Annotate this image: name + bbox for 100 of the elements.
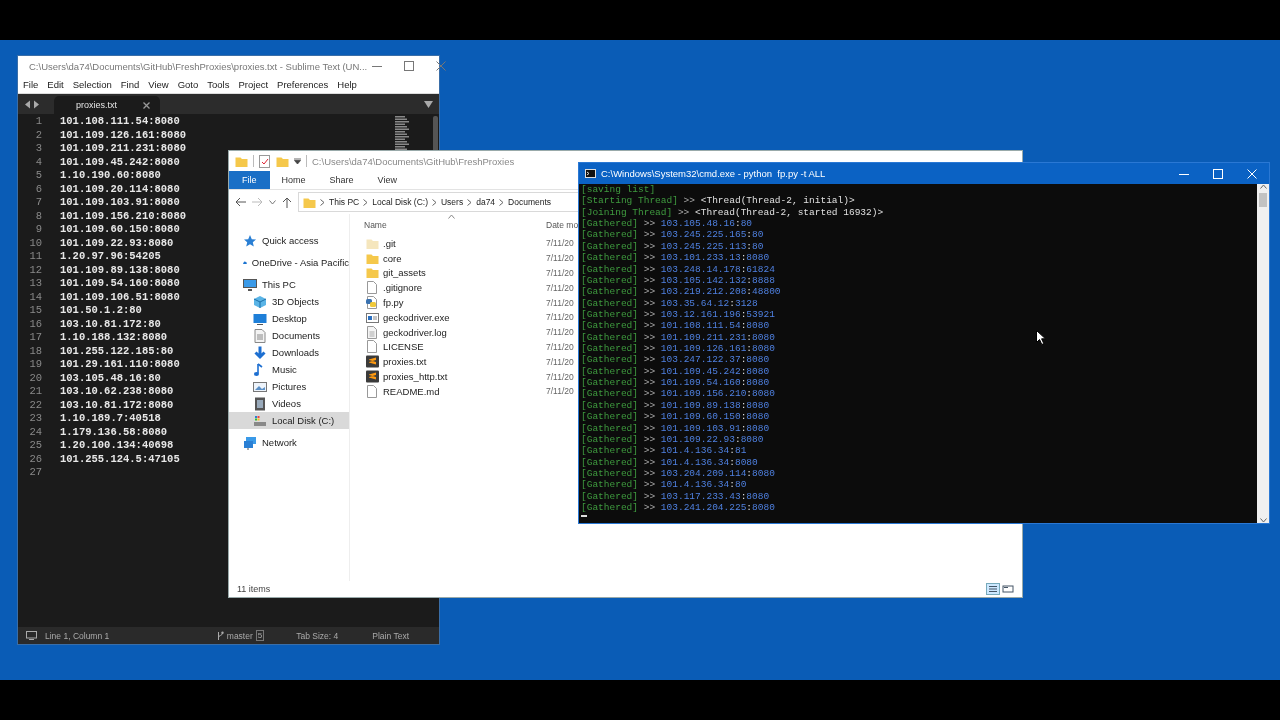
scroll-up-icon[interactable] — [1259, 184, 1267, 189]
nav-item[interactable]: Network — [229, 434, 349, 451]
console-line: [Gathered] >> 101.109.45.242:8080 — [581, 365, 770, 378]
chevron-down-icon[interactable] — [269, 199, 276, 205]
breadcrumb[interactable]: da74 — [476, 197, 496, 207]
nav-item[interactable]: Documents — [229, 327, 349, 344]
line-number: 1 — [34, 115, 42, 129]
menu-item[interactable]: Edit — [47, 79, 64, 90]
breadcrumb[interactable]: Documents — [508, 197, 552, 207]
menu-item[interactable]: View — [148, 79, 169, 90]
file-item[interactable]: proxies.txt — [360, 355, 542, 369]
code-line: 101.109.54.160:8080 — [60, 277, 180, 291]
code-line: 101.109.103.91:8080 — [60, 196, 180, 210]
code-line: 101.109.89.138:8080 — [60, 263, 180, 277]
console-line: [Gathered] >> 101.109.211.231:8080 — [581, 331, 775, 344]
file-item[interactable]: geckodriver.log — [360, 325, 542, 339]
editor-tab[interactable]: proxies.txt — [54, 96, 160, 114]
scrollbar[interactable] — [433, 116, 438, 152]
panel-icon[interactable] — [26, 631, 37, 640]
line-number: 2 — [34, 128, 42, 142]
properties-icon[interactable] — [259, 154, 271, 168]
minimap-drawing[interactable] — [395, 116, 409, 151]
branch-name[interactable]: master — [226, 630, 253, 641]
back-icon[interactable] — [235, 197, 246, 207]
item-count: 11 items — [237, 584, 272, 594]
dropdown-icon[interactable] — [424, 100, 433, 108]
code-line: 103.105.48.16:80 — [60, 371, 161, 385]
file-item[interactable]: fp.py — [360, 296, 542, 310]
scrollbar-thumb[interactable] — [1259, 193, 1267, 207]
console-line: [Gathered] >> 103.247.122.37:8080 — [581, 354, 770, 366]
date-cell-text: 7/11/20 — [545, 268, 574, 278]
scrollbar[interactable] — [1257, 184, 1269, 523]
file-item[interactable]: geckodriver.exe — [360, 310, 542, 324]
date-cell-text: 7/11/20 — [545, 356, 574, 367]
file-item[interactable]: .gitignore — [360, 281, 542, 295]
console-line: [Gathered] >> 101.109.156.210:8080 — [581, 388, 775, 400]
menu-item[interactable]: Tools — [207, 79, 230, 90]
nav-item[interactable]: Desktop — [229, 310, 349, 327]
menu-item[interactable]: Find — [120, 79, 140, 90]
console-line: [Gathered] >> 101.109.103.91:8080 — [581, 422, 770, 434]
syntax-name[interactable]: Plain Text — [372, 630, 409, 641]
file-item[interactable]: README.md — [360, 384, 542, 398]
menu-item[interactable]: Goto — [177, 79, 199, 90]
chevron-right-icon — [467, 198, 473, 206]
close-icon[interactable] — [143, 101, 150, 109]
dropdown-icon[interactable] — [294, 158, 301, 164]
scroll-down-icon[interactable] — [1259, 518, 1267, 523]
file-item[interactable]: proxies_http.txt — [360, 370, 542, 384]
column-header[interactable]: Name — [360, 220, 542, 230]
menu-item[interactable]: File — [23, 79, 39, 90]
console-line: [Gathered] >> 101.109.54.160:8080 — [581, 377, 770, 389]
menu-item[interactable]: Project — [238, 79, 269, 90]
menu-item[interactable]: Help — [337, 79, 357, 90]
line-number: 27 — [28, 466, 42, 480]
branch-icon — [216, 630, 224, 641]
console-line: [Gathered] >> 101.108.111.54:8080 — [581, 320, 770, 332]
tab-arrows-icon[interactable] — [24, 99, 40, 109]
code-line: 101.109.106.51:8080 — [60, 290, 180, 304]
console-line: [Gathered] >> 103.248.14.178:61824 — [581, 263, 775, 275]
nav-item[interactable]: Pictures — [229, 378, 349, 395]
document-icon — [253, 328, 267, 343]
breadcrumb[interactable]: Users — [440, 197, 464, 207]
code-line: 103.10.81.172:8080 — [60, 398, 174, 412]
nav-item[interactable]: OneDrive - Asia Pacific — [229, 254, 349, 271]
chevron-right-icon — [363, 198, 369, 206]
details-view-icon[interactable] — [986, 583, 1000, 595]
line-number: 12 — [28, 263, 42, 277]
nav-item[interactable]: Quick access — [229, 232, 349, 249]
application-icon — [366, 310, 379, 324]
line-number: 19 — [28, 358, 42, 372]
up-icon[interactable] — [282, 196, 292, 208]
change-count: 5 — [255, 630, 265, 641]
nav-item[interactable]: Local Disk (C:) — [229, 412, 349, 429]
file-item[interactable]: .git — [360, 236, 542, 250]
maximize-icon[interactable] — [404, 61, 415, 71]
breadcrumb[interactable]: Local Disk (C:) — [372, 197, 428, 207]
ribbon-tab[interactable]: Share — [317, 171, 366, 189]
ribbon-tab[interactable]: Home — [269, 171, 318, 189]
tab-size[interactable]: Tab Size: 4 — [296, 630, 339, 641]
breadcrumb[interactable]: This PC — [329, 197, 360, 207]
console-line: [Gathered] >> 103.245.225.113:80 — [581, 240, 764, 253]
code-line: 101.109.126.161:8080 — [60, 128, 187, 142]
column-header[interactable]: Date mo — [542, 220, 579, 230]
nav-item[interactable]: This PC — [229, 276, 349, 293]
file-item[interactable]: git_assets — [360, 266, 542, 280]
nav-item[interactable]: Music — [229, 361, 349, 378]
code-line: 101.109.60.150:8080 — [60, 223, 180, 237]
preview-view-icon[interactable] — [1002, 583, 1014, 595]
menu-item[interactable]: Preferences — [277, 79, 329, 90]
file-item[interactable]: core — [360, 251, 542, 265]
ribbon-tab[interactable]: File — [229, 171, 270, 189]
console-line: [Gathered] >> 103.204.209.114:8080 — [581, 468, 775, 480]
nav-item[interactable]: Videos — [229, 395, 349, 412]
file-item[interactable]: LICENSE — [360, 340, 542, 354]
ribbon-tab[interactable]: View — [365, 171, 409, 189]
nav-item[interactable]: 3D Objects — [229, 293, 349, 310]
nav-item[interactable]: Downloads — [229, 344, 349, 361]
console-line: [Gathered] >> 103.245.225.165:80 — [581, 229, 764, 241]
close-icon[interactable] — [436, 61, 447, 71]
menu-item[interactable]: Selection — [72, 79, 112, 90]
